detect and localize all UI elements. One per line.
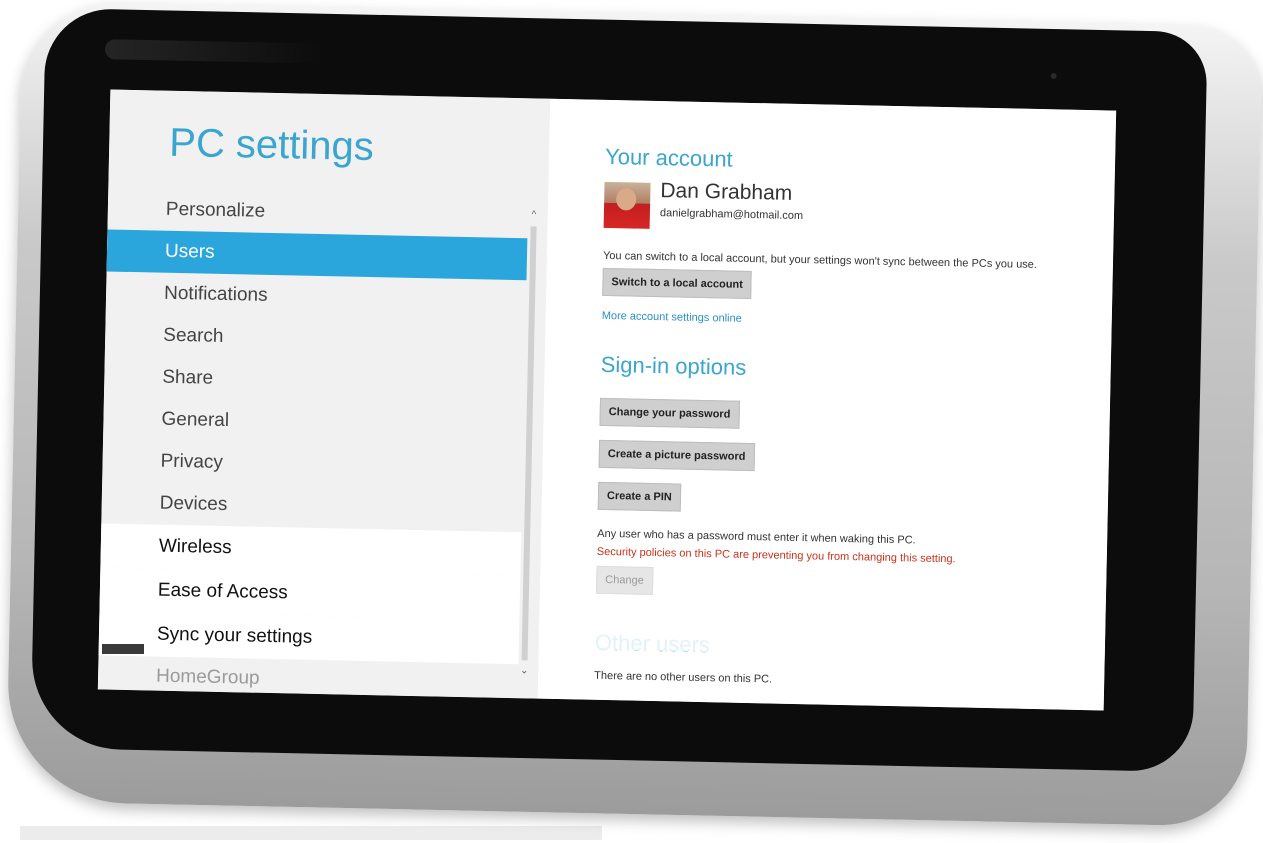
camera-icon: [1050, 72, 1057, 80]
avatar: [603, 181, 651, 229]
create-picture-password-button[interactable]: Create a picture password: [598, 439, 755, 472]
your-account-heading: Your account: [604, 143, 733, 172]
user-name: Dan Grabham: [660, 179, 793, 205]
create-pin-button[interactable]: Create a PIN: [597, 481, 682, 512]
users-settings-pane: Your account Dan Grabham danielgrabham@h…: [537, 98, 1117, 711]
settings-nav-pane: PC settings Personalize Users Notificati…: [97, 89, 551, 699]
table-shadow: [20, 826, 602, 840]
user-email: danielgrabham@hotmail.com: [659, 207, 804, 223]
no-other-users-note: There are no other users on this PC.: [594, 669, 773, 686]
more-account-settings-link[interactable]: More account settings online: [602, 310, 742, 325]
tablet-screen: PC settings Personalize Users Notificati…: [97, 89, 1117, 711]
photo-scene: PC settings Personalize Users Notificati…: [0, 0, 1263, 843]
change-password-button[interactable]: Change your password: [599, 397, 740, 429]
switch-account-note: You can switch to a local account, but y…: [602, 249, 1038, 271]
security-policy-warning: Security policies on this PC are prevent…: [596, 545, 956, 566]
settings-nav-list: Personalize Users Notifications Search S…: [98, 188, 528, 695]
chevron-down-icon[interactable]: ⌄: [518, 664, 530, 678]
chevron-up-icon[interactable]: ^: [528, 208, 540, 222]
page-title: PC settings: [168, 120, 375, 170]
bezel-reflection: [104, 39, 326, 64]
sign-in-options-heading: Sign-in options: [600, 351, 747, 380]
wake-password-note: Any user who has a password must enter i…: [597, 527, 916, 547]
switch-to-local-account-button[interactable]: Switch to a local account: [602, 267, 753, 300]
change-button[interactable]: Change: [595, 565, 654, 595]
avatar-face: [615, 188, 637, 211]
bezel-mark: [102, 644, 144, 654]
